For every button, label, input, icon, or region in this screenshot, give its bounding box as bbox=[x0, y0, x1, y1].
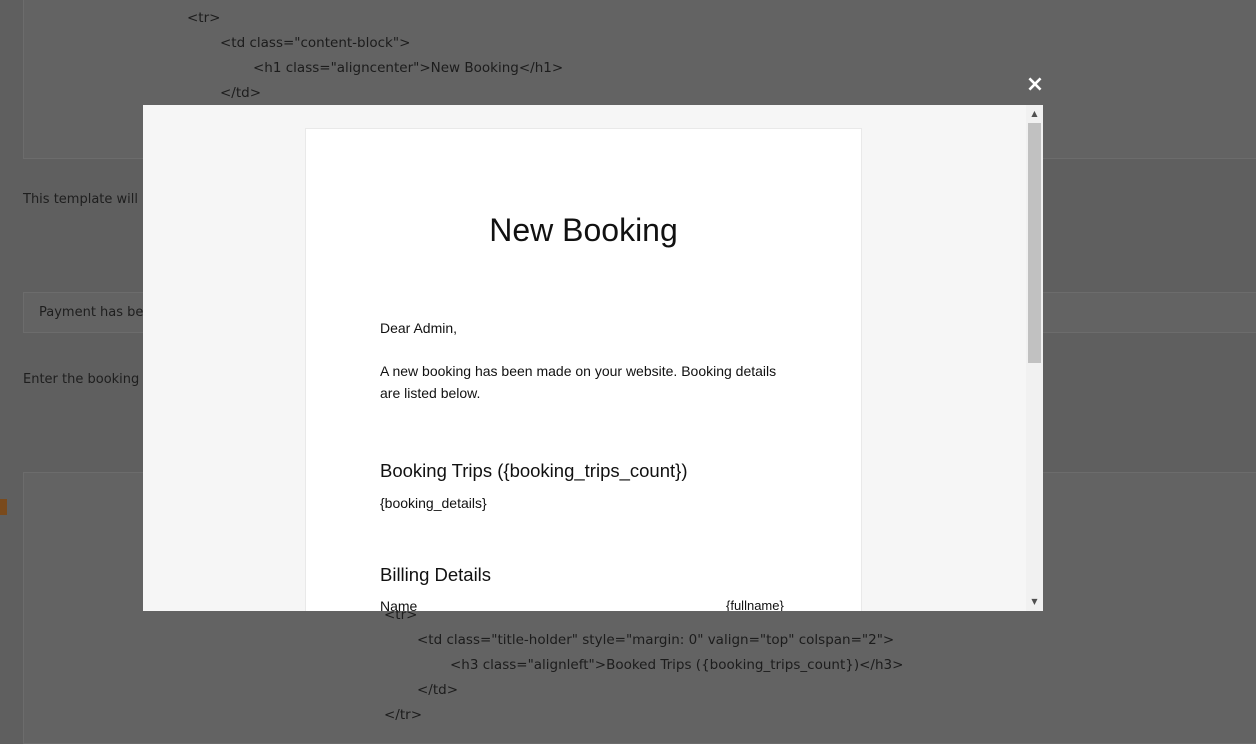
code-line: </td> bbox=[417, 682, 459, 698]
booking-details-placeholder: {booking_details} bbox=[380, 495, 487, 511]
scroll-thumb[interactable] bbox=[1028, 123, 1041, 363]
email-preview-modal: New Booking Dear Admin, A new booking ha… bbox=[143, 105, 1043, 611]
enter-booking-text: Enter the booking s bbox=[23, 372, 151, 387]
email-greeting: Dear Admin, bbox=[380, 320, 458, 336]
scroll-up-arrow-icon[interactable]: ▲ bbox=[1026, 107, 1043, 121]
billing-details-heading: Billing Details bbox=[380, 564, 492, 585]
code-line: </tr> bbox=[384, 707, 423, 723]
code-line: <h1 class="aligncenter">New Booking</h1> bbox=[253, 60, 564, 76]
code-line: </td> bbox=[220, 85, 262, 101]
email-title: New Booking bbox=[489, 212, 678, 248]
billing-name-label: Name bbox=[380, 598, 418, 611]
billing-name-value: {fullname} bbox=[726, 598, 784, 611]
email-intro: A new booking has been made on your webs… bbox=[380, 363, 777, 401]
booking-trips-heading: Booking Trips ({booking_trips_count}) bbox=[380, 460, 688, 481]
code-line: <td class="content-block"> bbox=[220, 35, 411, 51]
code-line: <tr> bbox=[187, 10, 221, 26]
close-icon[interactable]: × bbox=[1025, 74, 1045, 96]
template-notice-text: This template will b bbox=[23, 192, 151, 207]
code-line: <h3 class="alignleft">Booked Trips ({boo… bbox=[450, 657, 904, 673]
orange-badge bbox=[0, 499, 7, 515]
code-line: <td class="title-holder" style="margin: … bbox=[417, 632, 895, 648]
payment-field-text: Payment has be bbox=[39, 305, 144, 320]
email-preview-body: New Booking Dear Admin, A new booking ha… bbox=[305, 128, 862, 611]
scroll-down-arrow-icon[interactable]: ▼ bbox=[1026, 595, 1043, 609]
modal-scrollbar[interactable]: ▲ ▼ bbox=[1026, 105, 1043, 611]
